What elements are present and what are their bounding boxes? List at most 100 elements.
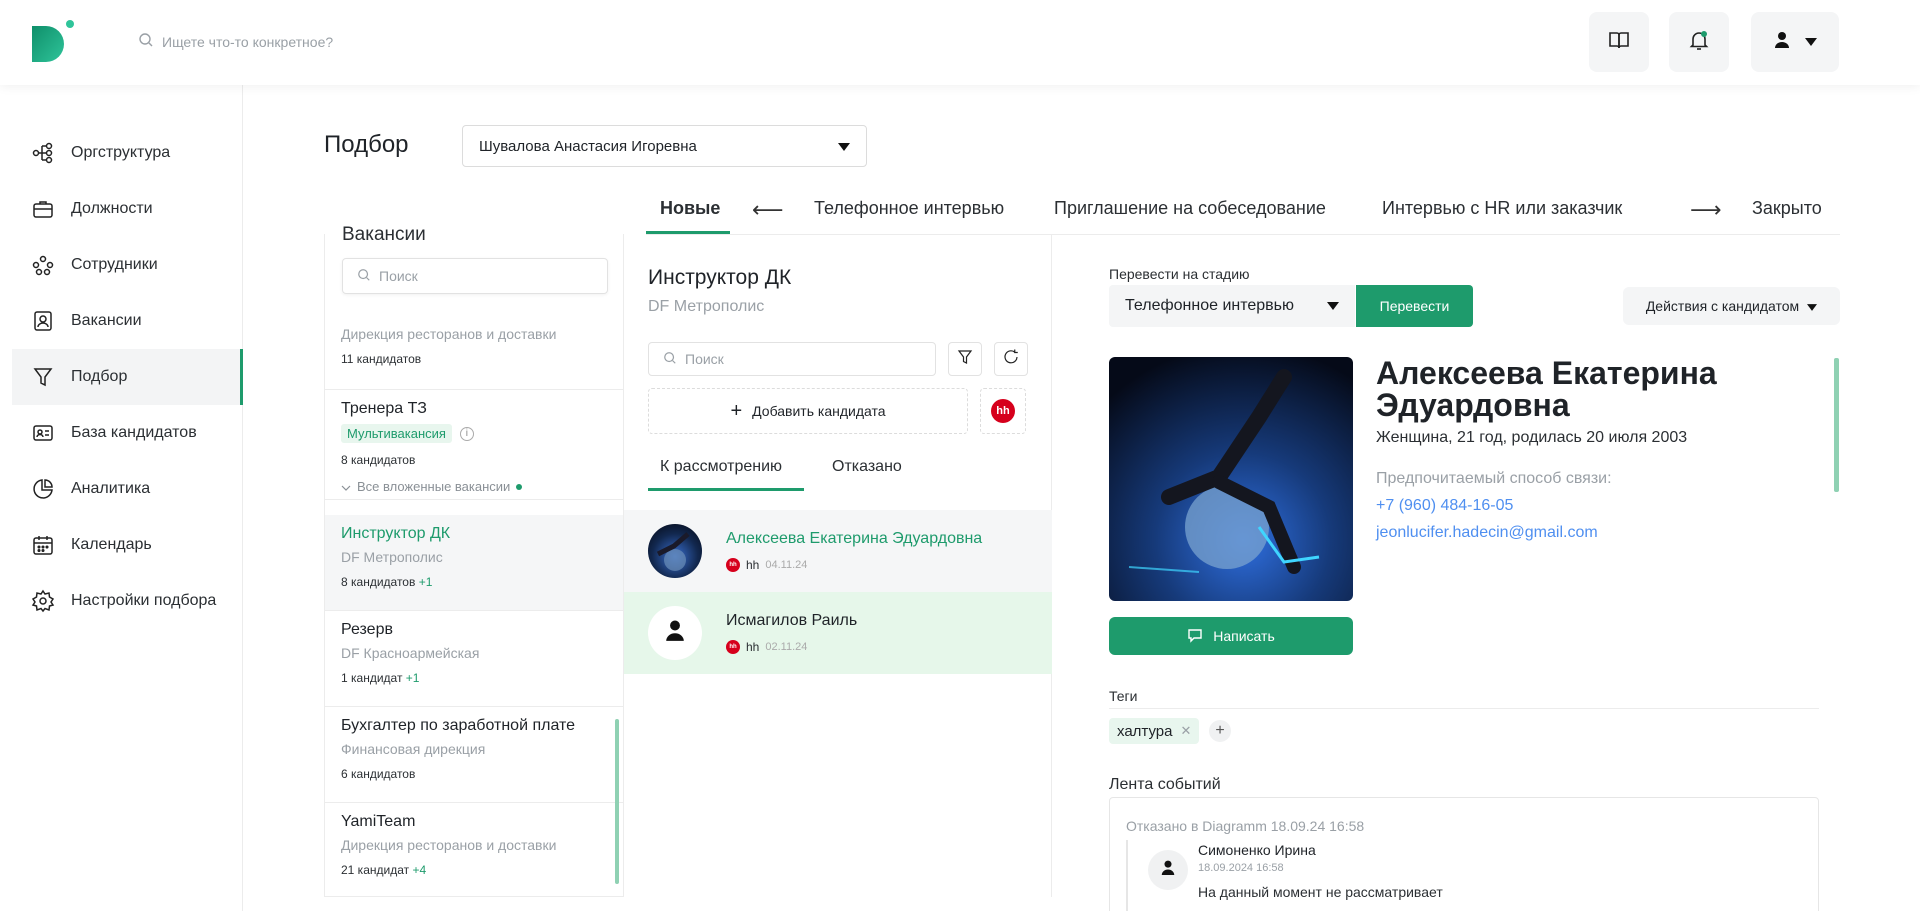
feed-author: Симоненко Ирина (1198, 842, 1316, 858)
people-icon (31, 253, 55, 277)
sidebar-item-recruiting-settings[interactable]: Настройки подбора (12, 573, 241, 629)
sidebar-item-label: Настройки подбора (71, 592, 217, 609)
global-search[interactable]: Ищете что-то конкретное? (138, 32, 333, 51)
sidebar-item-vacancies[interactable]: Вакансии (12, 293, 241, 349)
detail-scrollbar[interactable] (1834, 358, 1839, 492)
calendar-icon (31, 533, 55, 557)
candidate-email-link[interactable]: jeonlucifer.hadecin@gmail.com (1376, 524, 1598, 542)
candidate-full-name: Алексеева Екатерина Эдуардовна (1376, 355, 1717, 423)
vacancy-dept: DF Метрополис (341, 549, 443, 565)
vacancy-name: Инструктор ДК (341, 525, 451, 542)
sidebar-item-analytics[interactable]: Аналитика (12, 461, 241, 517)
vacancy-search-placeholder: Поиск (379, 268, 418, 284)
chevron-down-icon (1805, 33, 1817, 51)
chat-bubble-icon (1187, 627, 1203, 646)
hh-logo-icon: hh (726, 640, 740, 654)
close-icon[interactable]: ✕ (1180, 723, 1191, 739)
add-candidate-label: Добавить кандидата (752, 403, 886, 419)
sidebar-item-label: Вакансии (71, 312, 142, 329)
candidate-photo (1109, 357, 1353, 601)
author-avatar (1148, 850, 1188, 890)
vacancy-item[interactable]: Резерв DF Красноармейская 1 кандидат +1 (325, 611, 623, 707)
notifications-button[interactable] (1669, 12, 1729, 72)
feed-date: 18.09.2024 16:58 (1198, 862, 1284, 874)
move-stage-button[interactable]: Перевести (1356, 285, 1473, 327)
knowledge-base-button[interactable] (1589, 12, 1649, 72)
tags-label: Теги (1109, 688, 1138, 704)
bell-icon (1687, 28, 1711, 57)
candidate-actions-button[interactable]: Действия с кандидатом (1623, 287, 1840, 325)
vacancy-dept: Дирекция ресторанов и доставки (341, 837, 557, 853)
candidate-actions-label: Действия с кандидатом (1645, 298, 1800, 314)
tab-stage-new[interactable]: Новые (660, 198, 720, 219)
tag-chip[interactable]: халтура ✕ (1109, 718, 1200, 744)
nested-vacancies-toggle[interactable]: Все вложенные вакансии (341, 479, 607, 494)
tab-under-review[interactable]: К рассмотрению (660, 458, 782, 476)
briefcase-icon (31, 197, 55, 221)
vacancy-search-input[interactable]: Поиск (342, 258, 608, 294)
vacancies-panel: Поиск Дирекция ресторанов и доставки 11 … (324, 234, 624, 897)
add-candidate-button[interactable]: + Добавить кандидата (648, 388, 968, 434)
hh-logo-icon: hh (726, 558, 740, 572)
book-icon (1607, 28, 1631, 57)
vacancy-count-plus: +1 (405, 671, 420, 685)
candidate-phone-link[interactable]: +7 (960) 484-16-05 (1376, 497, 1513, 515)
vacancy-heading: Инструктор ДК (648, 266, 792, 289)
user-menu-button[interactable] (1751, 12, 1839, 72)
recruiter-select[interactable]: Шувалова Анастасия Игоревна (462, 125, 867, 167)
sidebar-item-candidate-base[interactable]: База кандидатов (12, 405, 241, 461)
candidate-date: 04.11.24 (765, 559, 808, 571)
stage-select[interactable]: Телефонное интервью (1109, 285, 1355, 327)
vacancy-item[interactable]: YamiTeam Дирекция ресторанов и доставки … (325, 803, 623, 896)
vacancy-name: YamiTeam (341, 813, 416, 830)
vacancy-item[interactable]: Бухгалтер по заработной плате Финансовая… (325, 707, 623, 803)
candidate-row[interactable]: Алексеева Екатерина Эдуардовна hh hh 04.… (624, 510, 1052, 592)
sidebar-item-orgstructure[interactable]: Оргструктура (12, 125, 241, 181)
sidebar-item-recruiting[interactable]: Подбор (12, 349, 243, 405)
tab-stage-hr-interview[interactable]: Интервью с HR или заказчик (1382, 198, 1622, 219)
sidebar-item-employees[interactable]: Сотрудники (12, 237, 241, 293)
vacancy-name: Бухгалтер по заработной плате (341, 717, 576, 734)
sidebar-item-positions[interactable]: Должности (12, 181, 241, 237)
sidebar-item-label: Сотрудники (71, 256, 158, 273)
sidebar: Оргструктура Должности Сотрудники Ваканс… (0, 85, 243, 911)
vacancy-item[interactable]: Тренера ТЗ Мультивакансия i 8 кандидатов … (325, 390, 623, 500)
vacancy-item-selected[interactable]: Инструктор ДК DF Метрополис 8 кандидатов… (325, 515, 623, 611)
vacancy-dept: Дирекция ресторанов и доставки (341, 326, 557, 342)
plus-icon: + (730, 400, 743, 422)
filter-button[interactable] (948, 342, 982, 376)
candidate-row[interactable]: Исмагилов Раиль hh hh 02.11.24 (624, 592, 1052, 674)
tab-stage-closed[interactable]: Закрыто (1752, 198, 1822, 219)
vacancy-item[interactable]: Дирекция ресторанов и доставки 11 кандид… (325, 320, 623, 390)
sidebar-item-calendar[interactable]: Календарь (12, 517, 241, 573)
stage-tabs: Новые ⟵ Телефонное интервью Приглашение … (646, 195, 1840, 235)
write-message-button[interactable]: Написать (1109, 617, 1353, 655)
vacancy-count: 11 кандидатов (341, 352, 422, 366)
tab-stage-phone-interview[interactable]: Телефонное интервью (814, 198, 1004, 219)
sidebar-item-label: Календарь (71, 536, 152, 553)
sidebar-item-label: Подбор (71, 368, 128, 385)
candidate-search-placeholder: Поиск (685, 351, 724, 367)
event-feed[interactable]: Отказано в Diagramm 18.09.24 16:58 Симон… (1109, 797, 1819, 911)
arrow-right-icon[interactable]: ⟶ (1690, 197, 1722, 223)
funnel-icon (956, 348, 974, 371)
vacancy-count: 8 кандидатов (341, 453, 416, 467)
candidate-date: 02.11.24 (765, 641, 808, 653)
multivacancy-badge: Мультивакансия (341, 424, 452, 443)
arrow-left-icon[interactable]: ⟵ (752, 197, 784, 223)
info-icon[interactable]: i (459, 426, 474, 441)
hh-import-button[interactable]: hh (980, 388, 1026, 434)
add-tag-button[interactable]: + (1209, 720, 1231, 742)
tab-rejected[interactable]: Отказано (832, 458, 902, 476)
vacancy-dept: DF Красноармейская (341, 645, 480, 661)
vacancies-scrollbar[interactable] (615, 719, 619, 884)
recruiter-select-value: Шувалова Анастасия Игоревна (479, 137, 697, 155)
app-logo[interactable] (32, 20, 76, 64)
page-title: Подбор (324, 131, 409, 158)
vacancies-title: Вакансии (340, 224, 428, 246)
vacancy-count: 6 кандидатов (341, 767, 416, 781)
tab-stage-invitation[interactable]: Приглашение на собеседование (1054, 198, 1326, 219)
refresh-button[interactable] (994, 342, 1028, 376)
candidate-search-input[interactable]: Поиск (648, 342, 936, 376)
sidebar-item-label: Аналитика (71, 480, 151, 497)
